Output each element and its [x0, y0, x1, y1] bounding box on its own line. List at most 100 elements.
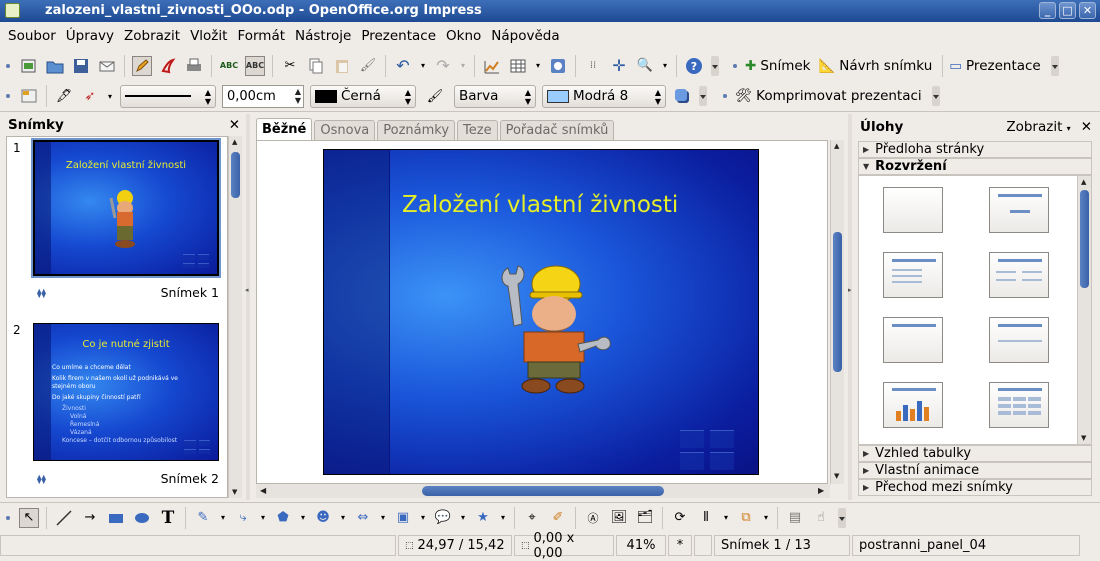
line-arrow-icon[interactable]: → [80, 508, 100, 528]
line-style-select[interactable]: ▲ ▼ [120, 84, 216, 108]
autospellcheck-icon[interactable]: ABC [245, 55, 265, 76]
section-table-design[interactable]: ▶ Vzhled tabulky [858, 445, 1092, 462]
rotate-icon[interactable]: ⟳ [670, 508, 690, 528]
layout-blank[interactable] [883, 187, 943, 233]
main-vertical-scrollbar[interactable]: ▲ ▼ [830, 140, 844, 484]
alignment-dropdown-icon[interactable]: ▾ [722, 508, 730, 528]
status-zoom[interactable]: 41% [616, 535, 666, 556]
current-slide[interactable]: Založení vlastní živnosti [323, 149, 759, 475]
fontwork-icon[interactable]: Ⓐ [583, 508, 603, 528]
toolbar-grip[interactable] [6, 515, 10, 520]
left-splitter[interactable]: ◂ [245, 114, 250, 500]
arrange-icon[interactable]: ⧉ [736, 508, 756, 528]
zoom-dropdown-icon[interactable]: ▾ [661, 56, 669, 76]
tab-bezne[interactable]: Běžné [256, 118, 313, 140]
toolbar-grip[interactable] [6, 63, 10, 68]
print-icon[interactable] [184, 56, 204, 76]
edit-file-icon[interactable] [132, 55, 152, 76]
block-arrows-icon[interactable]: ⇔ [353, 508, 373, 528]
slide-thumbnail-1[interactable]: Založení vlastní živnosti [33, 140, 219, 276]
curve-icon[interactable]: ✎ [193, 508, 213, 528]
ellipse-icon[interactable] [132, 508, 152, 528]
tab-osnova[interactable]: Osnova [314, 120, 376, 140]
close-window-button[interactable]: ✕ [1079, 2, 1096, 19]
close-pane-icon[interactable]: ✕ [1081, 119, 1092, 135]
right-splitter[interactable]: ▸ [848, 114, 852, 500]
close-pane-icon[interactable]: ✕ [229, 117, 240, 133]
zoom-icon[interactable]: 🔍 [635, 56, 655, 76]
new-document-icon[interactable] [19, 56, 39, 76]
toolbar-overflow-button[interactable] [1050, 55, 1059, 76]
view-menu-button[interactable]: Zobrazit ▾ [1006, 119, 1070, 135]
toolbar-overflow-button[interactable] [711, 55, 719, 76]
email-icon[interactable] [97, 56, 117, 76]
menu-okno[interactable]: Okno [446, 28, 481, 44]
menu-zobrazit[interactable]: Zobrazit [124, 28, 180, 44]
menu-upravy[interactable]: Úpravy [66, 28, 114, 44]
menu-format[interactable]: Formát [237, 28, 285, 44]
line-style-icon[interactable]: 🖋 [54, 86, 74, 106]
open-folder-icon[interactable] [45, 56, 65, 76]
main-vscroll-thumb[interactable] [833, 232, 842, 372]
slide-design-button[interactable]: 📐 Návrh snímku [818, 58, 932, 74]
from-file-icon[interactable]: 🖼 [609, 508, 629, 528]
layout-title-table[interactable] [989, 382, 1049, 428]
fill-type-select[interactable]: Barva ▲ ▼ [454, 84, 536, 108]
cut-icon[interactable]: ✂ [280, 56, 300, 76]
layout-title-content[interactable] [883, 252, 943, 298]
layout-title-chart[interactable] [883, 382, 943, 428]
redo-dropdown-icon[interactable]: ▾ [459, 56, 467, 76]
layouts-scroll-thumb[interactable] [1080, 190, 1089, 288]
table-icon[interactable] [508, 56, 528, 76]
save-icon[interactable] [71, 56, 91, 76]
select-arrow-icon[interactable]: ↖ [19, 507, 39, 528]
callouts-icon[interactable]: 💬 [433, 508, 453, 528]
fill-color-select[interactable]: Modrá 8 ▲ ▼ [542, 84, 666, 108]
spellcheck-icon[interactable]: ABC [219, 56, 239, 76]
table-dropdown-icon[interactable]: ▾ [534, 56, 542, 76]
toolbar-overflow-button[interactable] [931, 86, 940, 106]
slide-title[interactable]: Založení vlastní živnosti [402, 192, 678, 218]
gallery-icon[interactable]: 🗂 [635, 508, 655, 528]
text-icon[interactable]: T [158, 508, 178, 528]
tab-poradac-snimku[interactable]: Pořadač snímků [499, 120, 615, 140]
menu-vlozit[interactable]: Vložit [190, 28, 227, 44]
slide-canvas[interactable]: Založení vlastní živnosti [256, 140, 828, 484]
undo-icon[interactable]: ↶ [393, 56, 413, 76]
callouts-dropdown-icon[interactable]: ▾ [459, 508, 467, 528]
main-horizontal-scrollbar[interactable]: ◀ ▶ [256, 484, 830, 498]
stars-dropdown-icon[interactable]: ▾ [499, 508, 507, 528]
toolbar-grip[interactable] [733, 63, 737, 68]
layout-title-slide[interactable] [989, 187, 1049, 233]
help-icon[interactable]: ? [684, 56, 704, 76]
interaction-icon[interactable]: ☝ [811, 508, 831, 528]
toolbar-overflow-button[interactable] [838, 507, 846, 528]
arrow-style-dropdown-icon[interactable]: ▾ [106, 86, 114, 106]
new-slide-button[interactable]: ✚ Snímek [745, 58, 810, 74]
section-slide-transition[interactable]: ▶ Přechod mezi snímky [858, 479, 1092, 496]
undo-dropdown-icon[interactable]: ▾ [419, 56, 427, 76]
maximize-button[interactable]: □ [1059, 2, 1076, 19]
connector-icon[interactable]: ⤷ [233, 508, 253, 528]
helplines-icon[interactable]: ✛ [609, 56, 629, 76]
grid-icon[interactable]: ⁞⁞ [583, 56, 603, 76]
navigator-icon[interactable] [548, 56, 568, 76]
paste-icon[interactable] [332, 56, 352, 76]
layout-title-only[interactable] [883, 317, 943, 363]
tab-poznamky[interactable]: Poznámky [377, 120, 456, 140]
curve-dropdown-icon[interactable]: ▾ [219, 508, 227, 528]
slides-scrollbar[interactable]: ▲ ▼ [228, 136, 242, 498]
section-master-pages[interactable]: ▶ Předloha stránky [858, 141, 1092, 158]
layout-centered-text[interactable] [989, 317, 1049, 363]
worker-clipart[interactable] [494, 262, 612, 398]
arrange-dropdown-icon[interactable]: ▾ [762, 508, 770, 528]
rectangle-icon[interactable] [106, 508, 126, 528]
extrusion-icon[interactable]: ▤ [785, 508, 805, 528]
menu-soubor[interactable]: Soubor [8, 28, 56, 44]
slide-list[interactable]: 1 Založení vlastní živnosti ⧫⧫ Snímek 1 … [6, 136, 228, 498]
toolbar-overflow-button[interactable] [699, 86, 707, 106]
line-width-field[interactable]: 0,00cm ▲ ▼ [222, 84, 304, 108]
compress-presentation-button[interactable]: 🛠 Komprimovat prezentaci [735, 88, 922, 104]
copy-icon[interactable] [306, 56, 326, 76]
menu-prezentace[interactable]: Prezentace [361, 28, 436, 44]
